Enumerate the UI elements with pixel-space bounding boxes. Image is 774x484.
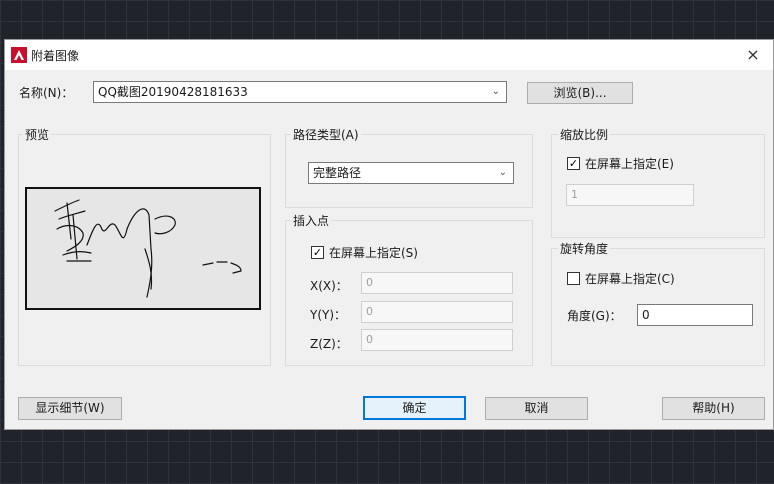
rotation-specify-label: 在屏幕上指定(C) <box>585 272 675 286</box>
y-input[interactable]: 0 <box>361 301 513 323</box>
scale-input[interactable]: 1 <box>566 184 694 206</box>
signature-image <box>54 199 242 298</box>
z-input[interactable]: 0 <box>361 329 513 351</box>
name-select[interactable]: QQ截图20190428181633 ⌄ <box>93 81 507 103</box>
path-type-value: 完整路径 <box>313 166 362 180</box>
close-button[interactable]: × <box>733 40 773 70</box>
scale-label: 缩放比例 <box>558 126 611 143</box>
x-input[interactable]: 0 <box>361 272 513 294</box>
insertion-specify-checkbox[interactable]: ✓ <box>311 246 324 259</box>
rotation-specify-checkbox[interactable] <box>567 272 580 285</box>
preview-label: 预览 <box>23 126 52 143</box>
chevron-down-icon: ⌄ <box>498 167 507 178</box>
z-label: Z(Z)： <box>310 337 348 351</box>
chevron-down-icon: ⌄ <box>491 86 500 97</box>
scale-specify-label: 在屏幕上指定(E) <box>585 157 674 171</box>
autocad-logo-icon <box>11 47 27 63</box>
browse-button[interactable]: 浏览(B)... <box>527 82 633 104</box>
ok-button[interactable]: 确定 <box>363 396 466 420</box>
attach-image-dialog: 附着图像 × 名称(N)： QQ截图20190428181633 ⌄ 浏览(B)… <box>4 39 774 430</box>
x-label: X(X)： <box>310 279 348 293</box>
angle-input[interactable]: 0 <box>637 304 753 326</box>
path-type-select[interactable]: 完整路径 ⌄ <box>308 162 514 184</box>
dialog-title: 附着图像 <box>31 49 80 63</box>
insertion-specify-label: 在屏幕上指定(S) <box>329 246 418 260</box>
scale-specify-checkbox[interactable]: ✓ <box>567 157 580 170</box>
name-value: QQ截图20190428181633 <box>98 85 248 99</box>
rotation-label: 旋转角度 <box>558 240 611 257</box>
insertion-point-label: 插入点 <box>291 212 332 229</box>
title-bar: 附着图像 × <box>5 40 773 70</box>
show-details-button[interactable]: 显示细节(W) <box>18 397 122 420</box>
help-button[interactable]: 帮助(H) <box>662 397 765 420</box>
preview-image <box>25 187 261 310</box>
angle-label: 角度(G)： <box>567 309 622 323</box>
close-icon: × <box>746 45 760 64</box>
cancel-button[interactable]: 取消 <box>485 397 588 420</box>
y-label: Y(Y)： <box>310 308 347 322</box>
path-type-label: 路径类型(A) <box>291 126 361 143</box>
name-label: 名称(N)： <box>19 86 74 100</box>
